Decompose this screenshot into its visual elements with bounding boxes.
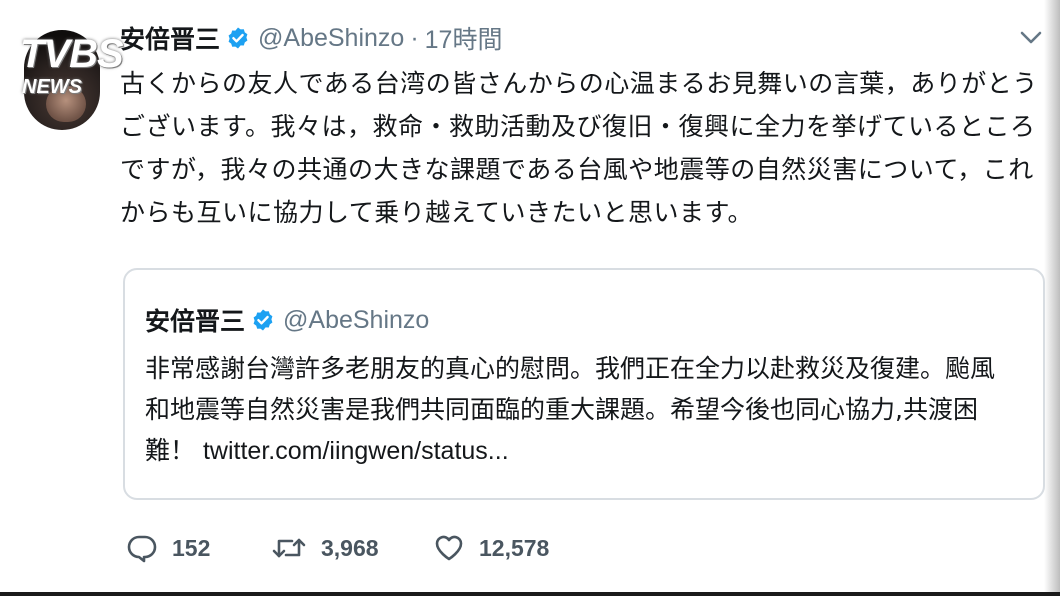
watermark-brand: TVBS <box>20 32 124 76</box>
tweet-text-line: ございます。我々は，救命・救助活動及び復旧・復興に全力を挙げているところ <box>120 112 1036 141</box>
tweet-actions: 152 3,968 12,578 <box>126 528 549 568</box>
tweet-text: 古くからの友人である台湾の皆さんからの心温まるお見舞いの言葉，ありがとう ござい… <box>120 62 1050 234</box>
tweet-text-line: からも互いに協力して乗り越えていきたいと思います。 <box>120 198 754 227</box>
quoted-text-line: 和地震等自然災害是我們共同面臨的重大課題。希望今後也同心協力,共渡困 <box>145 395 978 424</box>
retweet-icon <box>271 532 307 564</box>
reply-button[interactable]: 152 <box>126 532 271 564</box>
author-handle[interactable]: @AbeShinzo <box>258 24 404 53</box>
retweet-count: 3,968 <box>321 534 379 561</box>
chevron-down-icon[interactable] <box>1016 24 1046 50</box>
heart-icon <box>433 532 465 564</box>
retweet-button[interactable]: 3,968 <box>271 532 433 564</box>
like-button[interactable]: 12,578 <box>433 532 549 564</box>
quoted-tweet-text: 非常感謝台灣許多老朋友的真心的慰問。我們正在全力以赴救災及復建。颱風 和地震等自… <box>145 348 1035 472</box>
quoted-text-tail: 難！ <box>145 436 196 465</box>
like-count: 12,578 <box>479 534 550 561</box>
quoted-text-line: 難！ twitter.com/iingwen/status... <box>145 430 1035 472</box>
reply-icon <box>126 532 158 564</box>
author-name[interactable]: 安倍晋三 <box>120 20 220 56</box>
quoted-tweet-header: 安倍晋三 @AbeShinzo <box>145 302 429 338</box>
tweet-text-line: ですが，我々の共通の大きな課題である台風や地震等の自然災害について，これ <box>120 155 1034 184</box>
quoted-tweet-card[interactable]: 安倍晋三 @AbeShinzo 非常感謝台灣許多老朋友的真心的慰問。我們正在全力… <box>123 268 1045 500</box>
watermark-sub: NEWS <box>22 76 82 98</box>
verified-badge-icon <box>226 26 250 50</box>
quoted-author-handle: @AbeShinzo <box>283 305 430 334</box>
tweet-timestamp[interactable]: 17時間 <box>425 20 503 56</box>
header-separator: · <box>410 23 419 52</box>
bottom-border <box>0 592 1060 596</box>
tweet-text-line: 古くからの友人である台湾の皆さんからの心温まるお見舞いの言葉，ありがとう <box>120 69 1038 98</box>
reply-count: 152 <box>172 534 211 561</box>
quoted-text-line: 非常感謝台灣許多老朋友的真心的慰問。我們正在全力以赴救災及復建。颱風 <box>145 354 996 383</box>
tvbs-news-watermark: TVBS NEWS <box>12 24 132 104</box>
verified-badge-icon <box>251 308 275 332</box>
tweet-header: 安倍晋三 @AbeShinzo · 17時間 <box>120 18 502 58</box>
quoted-tweet-link[interactable]: twitter.com/iingwen/status... <box>203 437 509 465</box>
quoted-author-name: 安倍晋三 <box>145 307 246 336</box>
